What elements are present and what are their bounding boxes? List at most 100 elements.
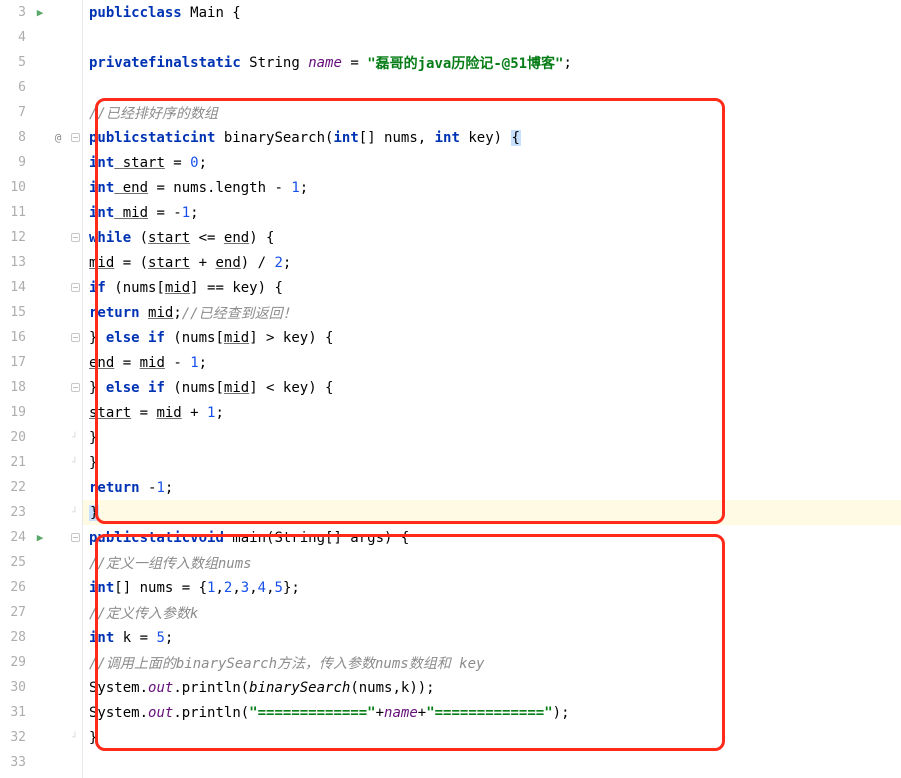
line-number[interactable]: 12 bbox=[0, 230, 32, 245]
code-line[interactable]: } else if (nums[mid] > key) { bbox=[83, 325, 901, 350]
gutter-row: 18 bbox=[0, 375, 82, 400]
gutter-row: 3▶ bbox=[0, 0, 82, 25]
code-line[interactable] bbox=[83, 25, 901, 50]
code-line[interactable]: if (nums[mid] == key) { bbox=[83, 275, 901, 300]
line-number[interactable]: 8 bbox=[0, 130, 32, 145]
line-number[interactable]: 9 bbox=[0, 155, 32, 170]
code-line[interactable]: while (start <= end) { bbox=[83, 225, 901, 250]
fold-col[interactable]: ┘ bbox=[68, 508, 82, 518]
line-number[interactable]: 26 bbox=[0, 580, 32, 595]
line-number[interactable]: 33 bbox=[0, 755, 32, 770]
fold-collapse-icon[interactable] bbox=[71, 233, 80, 242]
gutter-row: 29 bbox=[0, 650, 82, 675]
line-number[interactable]: 21 bbox=[0, 455, 32, 470]
run-gutter-col[interactable]: ▶ bbox=[32, 6, 48, 19]
line-number[interactable]: 4 bbox=[0, 30, 32, 45]
code-line[interactable]: int start = 0; bbox=[83, 150, 901, 175]
fold-end-icon: ┘ bbox=[72, 508, 77, 518]
fold-collapse-icon[interactable] bbox=[71, 333, 80, 342]
run-icon[interactable]: ▶ bbox=[37, 6, 44, 19]
gutter-row: 21 ┘ bbox=[0, 450, 82, 475]
fold-col[interactable]: ┘ bbox=[68, 458, 82, 468]
line-number[interactable]: 30 bbox=[0, 680, 32, 695]
gutter-row: 4 bbox=[0, 25, 82, 50]
gutter-row: 20 ┘ bbox=[0, 425, 82, 450]
code-area[interactable]: public class Main { private final static… bbox=[82, 0, 901, 778]
line-number[interactable]: 29 bbox=[0, 655, 32, 670]
line-number[interactable]: 16 bbox=[0, 330, 32, 345]
code-line[interactable]: } bbox=[83, 725, 901, 750]
fold-col[interactable] bbox=[68, 133, 82, 142]
fold-col[interactable] bbox=[68, 383, 82, 392]
line-number[interactable]: 15 bbox=[0, 305, 32, 320]
code-line[interactable]: private final static String name = "磊哥的j… bbox=[83, 50, 901, 75]
code-line[interactable]: } else if (nums[mid] < key) { bbox=[83, 375, 901, 400]
gutter-row: 8@ bbox=[0, 125, 82, 150]
run-gutter-col[interactable]: ▶ bbox=[32, 531, 48, 544]
line-number[interactable]: 22 bbox=[0, 480, 32, 495]
code-line[interactable]: int k = 5; bbox=[83, 625, 901, 650]
line-number[interactable]: 24 bbox=[0, 530, 32, 545]
line-number[interactable]: 6 bbox=[0, 80, 32, 95]
code-line[interactable] bbox=[83, 75, 901, 100]
code-line[interactable]: public static void main(String[] args) { bbox=[83, 525, 901, 550]
fold-collapse-icon[interactable] bbox=[71, 283, 80, 292]
gutter-row: 13 bbox=[0, 250, 82, 275]
line-number[interactable]: 14 bbox=[0, 280, 32, 295]
gutter-row: 25 bbox=[0, 550, 82, 575]
code-line[interactable]: //已经排好序的数组 bbox=[83, 100, 901, 125]
fold-col[interactable]: ┘ bbox=[68, 433, 82, 443]
code-line[interactable] bbox=[83, 750, 901, 775]
code-line[interactable]: System.out.println("============="+name+… bbox=[83, 700, 901, 725]
line-number[interactable]: 27 bbox=[0, 605, 32, 620]
code-line[interactable]: start = mid + 1; bbox=[83, 400, 901, 425]
code-line[interactable]: //调用上面的binarySearch方法，传入参数nums数组和 key bbox=[83, 650, 901, 675]
run-icon[interactable]: ▶ bbox=[37, 531, 44, 544]
gutter-row: 19 bbox=[0, 400, 82, 425]
line-number[interactable]: 23 bbox=[0, 505, 32, 520]
code-line[interactable]: return -1; bbox=[83, 475, 901, 500]
code-line[interactable]: int mid = -1; bbox=[83, 200, 901, 225]
gutter-row: 28 bbox=[0, 625, 82, 650]
line-number[interactable]: 19 bbox=[0, 405, 32, 420]
fold-col[interactable] bbox=[68, 283, 82, 292]
code-line[interactable]: mid = (start + end) / 2; bbox=[83, 250, 901, 275]
code-line[interactable]: } bbox=[83, 425, 901, 450]
gutter-row: 30 bbox=[0, 675, 82, 700]
line-number[interactable]: 17 bbox=[0, 355, 32, 370]
code-line[interactable]: public static int binarySearch(int[] num… bbox=[83, 125, 901, 150]
line-number[interactable]: 3 bbox=[0, 5, 32, 20]
fold-col[interactable] bbox=[68, 233, 82, 242]
line-number[interactable]: 25 bbox=[0, 555, 32, 570]
line-number[interactable]: 31 bbox=[0, 705, 32, 720]
line-number[interactable]: 18 bbox=[0, 380, 32, 395]
code-editor: 3▶45678@91011121314151617181920┘21┘2223┘… bbox=[0, 0, 901, 778]
line-number[interactable]: 7 bbox=[0, 105, 32, 120]
fold-col[interactable] bbox=[68, 533, 82, 542]
fold-collapse-icon[interactable] bbox=[71, 533, 80, 542]
line-number[interactable]: 11 bbox=[0, 205, 32, 220]
code-line[interactable]: return mid;//已经查到返回！ bbox=[83, 300, 901, 325]
gutter-row: 12 bbox=[0, 225, 82, 250]
fold-collapse-icon[interactable] bbox=[71, 383, 80, 392]
code-line-current[interactable]: } bbox=[83, 500, 901, 525]
code-line[interactable]: int[] nums = {1,2,3,4,5}; bbox=[83, 575, 901, 600]
fold-collapse-icon[interactable] bbox=[71, 133, 80, 142]
fold-col[interactable] bbox=[68, 333, 82, 342]
gutter-row: 15 bbox=[0, 300, 82, 325]
fold-col[interactable]: ┘ bbox=[68, 733, 82, 743]
code-line[interactable]: System.out.println(binarySearch(nums,k))… bbox=[83, 675, 901, 700]
code-line[interactable]: int end = nums.length - 1; bbox=[83, 175, 901, 200]
line-number[interactable]: 28 bbox=[0, 630, 32, 645]
line-number[interactable]: 5 bbox=[0, 55, 32, 70]
gutter-row: 31 bbox=[0, 700, 82, 725]
code-line[interactable]: } bbox=[83, 450, 901, 475]
code-line[interactable]: public class Main { bbox=[83, 0, 901, 25]
line-number[interactable]: 13 bbox=[0, 255, 32, 270]
line-number[interactable]: 20 bbox=[0, 430, 32, 445]
code-line[interactable]: //定义一组传入数组nums bbox=[83, 550, 901, 575]
code-line[interactable]: end = mid - 1; bbox=[83, 350, 901, 375]
line-number[interactable]: 10 bbox=[0, 180, 32, 195]
code-line[interactable]: //定义传入参数k bbox=[83, 600, 901, 625]
line-number[interactable]: 32 bbox=[0, 730, 32, 745]
